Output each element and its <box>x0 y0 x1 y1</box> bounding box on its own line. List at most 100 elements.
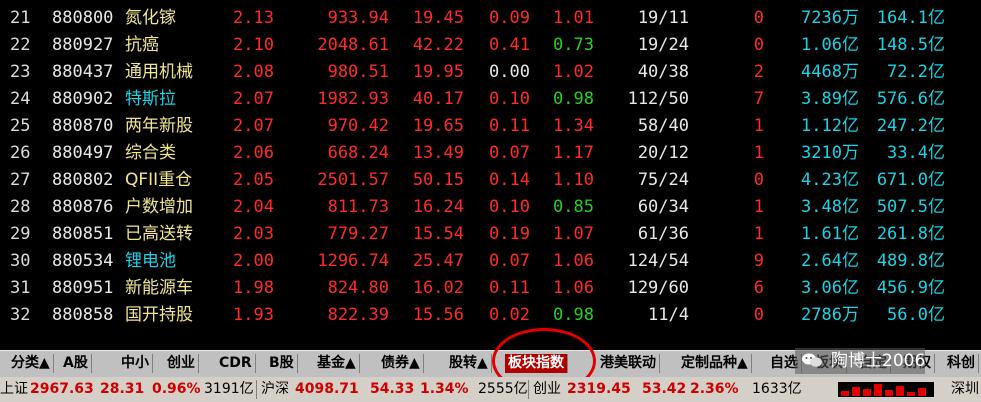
index-status-bar: 上证 2967.63 28.31 0.96% 3191亿 沪深 4098.71 … <box>0 377 981 402</box>
cell-chg: 2.07 <box>233 116 274 136</box>
cell-vol: 3.89亿 <box>801 89 859 109</box>
cell-ratio: 19/11 <box>637 8 689 28</box>
hs-value: 4098.71 <box>295 381 359 397</box>
hs-label[interactable]: 沪深 <box>261 377 289 402</box>
cell-ratio: 60/34 <box>637 197 689 217</box>
cell-b: 0.10 <box>489 197 530 217</box>
cell-d: 9 <box>753 251 764 271</box>
tab-1[interactable]: 分类▲ <box>8 354 54 373</box>
cell-chg: 2.00 <box>233 251 274 271</box>
cell-d: 1 <box>753 116 764 136</box>
cell-code: 880851 <box>52 224 114 244</box>
table-row[interactable]: 26 880497 综合类 2.06 668.24 13.49 0.07 1.17 20/12 1… <box>0 140 981 167</box>
cell-ratio: 61/36 <box>637 224 689 244</box>
tab-5[interactable]: CDR <box>216 354 256 373</box>
cell-cap: 576.6亿 <box>876 89 945 109</box>
cell-chg: 1.98 <box>233 278 274 298</box>
cell-vol: 1.61亿 <box>801 224 859 244</box>
market-breadth-mini-chart <box>838 382 934 397</box>
hs-amount: 2555亿 <box>478 381 528 397</box>
table-row[interactable]: 27 880802 QFII重仓 2.05 2501.57 50.15 0.14 1.10 75… <box>0 167 981 194</box>
cell-a: 19.65 <box>412 116 464 136</box>
table-row[interactable]: 32 880858 国开持股 1.93 822.39 15.56 0.02 0.98 11/4 0… <box>0 302 981 329</box>
cell-vol: 7236万 <box>801 8 859 28</box>
cell-vol: 3.48亿 <box>801 197 859 217</box>
cell-c: 0.85 <box>553 197 594 217</box>
cell-ratio: 19/24 <box>637 35 689 55</box>
cell-chg: 2.05 <box>233 170 274 190</box>
table-row[interactable]: 31 880951 新能源车 1.98 824.80 16.02 0.11 1.06 129/6… <box>0 275 981 302</box>
tab-6[interactable]: B股 <box>266 354 298 373</box>
cell-d: 1 <box>753 197 764 217</box>
cell-a: 25.47 <box>412 251 464 271</box>
cell-vol: 4468万 <box>801 62 859 82</box>
cell-idx: 26 <box>10 143 31 163</box>
cell-code: 880927 <box>52 35 114 55</box>
table-row[interactable]: 25 880870 两年新股 2.07 970.42 19.65 0.11 1.34 58/40… <box>0 113 981 140</box>
sz-label[interactable]: 深圳 <box>951 377 979 402</box>
cell-code: 880802 <box>52 170 114 190</box>
cell-name: 特斯拉 <box>125 89 176 109</box>
cell-cap: 671.0亿 <box>876 170 945 190</box>
cell-name: 国开持股 <box>125 305 193 325</box>
tab-3[interactable]: 中小 <box>118 354 153 373</box>
cell-idx: 28 <box>10 197 31 217</box>
cell-a: 15.54 <box>412 224 464 244</box>
cell-ratio: 129/60 <box>627 278 689 298</box>
cell-a: 15.56 <box>412 305 464 325</box>
status-divider <box>256 380 257 399</box>
cell-name: QFII重仓 <box>125 170 193 190</box>
cell-cap: 489.8亿 <box>876 251 945 271</box>
cell-idx: 22 <box>10 35 31 55</box>
tab-9[interactable]: 股转▲ <box>446 354 492 373</box>
cy-label[interactable]: 创业 <box>533 377 561 402</box>
cell-chg: 1.93 <box>233 305 274 325</box>
tab-8[interactable]: 债券▲ <box>378 354 424 373</box>
cell-code: 880497 <box>52 143 114 163</box>
cell-a: 13.49 <box>412 143 464 163</box>
tab-11[interactable]: 港美联动 <box>597 354 660 373</box>
cell-a: 19.95 <box>412 62 464 82</box>
tab-7[interactable]: 基金▲ <box>314 354 360 373</box>
cell-price: 933.94 <box>327 8 389 28</box>
cell-a: 40.17 <box>412 89 464 109</box>
cell-b: 0.07 <box>489 143 530 163</box>
tab-4[interactable]: 创业 <box>164 354 199 373</box>
cell-d: 1 <box>753 224 764 244</box>
cell-idx: 25 <box>10 116 31 136</box>
tab-2[interactable]: A股 <box>60 354 92 373</box>
table-row[interactable]: 29 880851 已高送转 2.03 779.27 15.54 0.19 1.07 61/36… <box>0 221 981 248</box>
cell-price: 822.39 <box>327 305 389 325</box>
cell-vol: 1.06亿 <box>801 35 859 55</box>
cell-chg: 2.04 <box>233 197 274 217</box>
table-row[interactable]: 28 880876 户数增加 2.04 811.73 16.24 0.10 0.85 60/34… <box>0 194 981 221</box>
cell-cap: 33.4亿 <box>887 143 945 163</box>
table-row[interactable]: 21 880800 氮化镓 2.13 933.94 19.45 0.09 1.01 19/11 0… <box>0 5 981 32</box>
cell-cap: 261.8亿 <box>876 224 945 244</box>
cell-a: 16.02 <box>412 278 464 298</box>
table-row[interactable]: 22 880927 抗癌 2.10 2048.61 42.22 0.41 0.73 19/24 0… <box>0 32 981 59</box>
cell-b: 0.10 <box>489 89 530 109</box>
cell-price: 1296.74 <box>317 251 389 271</box>
tab-17[interactable]: 科创 <box>944 354 979 373</box>
tab-12[interactable]: 定制品种▲ <box>678 354 752 373</box>
cell-d: 0 <box>753 35 764 55</box>
cell-idx: 32 <box>10 305 31 325</box>
cell-vol: 3210万 <box>801 143 859 163</box>
sh-change: 28.31 <box>100 381 145 397</box>
cell-d: 7 <box>753 89 764 109</box>
cell-cap: 148.5亿 <box>876 35 945 55</box>
sh-label[interactable]: 上证 <box>0 377 28 402</box>
cell-price: 1982.93 <box>317 89 389 109</box>
cell-b: 0.11 <box>489 116 530 136</box>
table-row[interactable]: 30 880534 锂电池 2.00 1296.74 25.47 0.07 1.06 124/5… <box>0 248 981 275</box>
table-row[interactable]: 23 880437 通用机械 2.08 980.51 19.95 0.00 1.02 40/38… <box>0 59 981 86</box>
cell-code: 880534 <box>52 251 114 271</box>
cell-c: 0.73 <box>553 35 594 55</box>
cell-name: 户数增加 <box>125 197 193 217</box>
cell-name: 已高送转 <box>125 224 193 244</box>
table-row[interactable]: 24 880902 特斯拉 2.07 1982.93 40.17 0.10 0.98 112/5… <box>0 86 981 113</box>
cell-ratio: 11/4 <box>648 305 689 325</box>
cell-a: 42.22 <box>412 35 464 55</box>
cell-c: 1.06 <box>553 251 594 271</box>
